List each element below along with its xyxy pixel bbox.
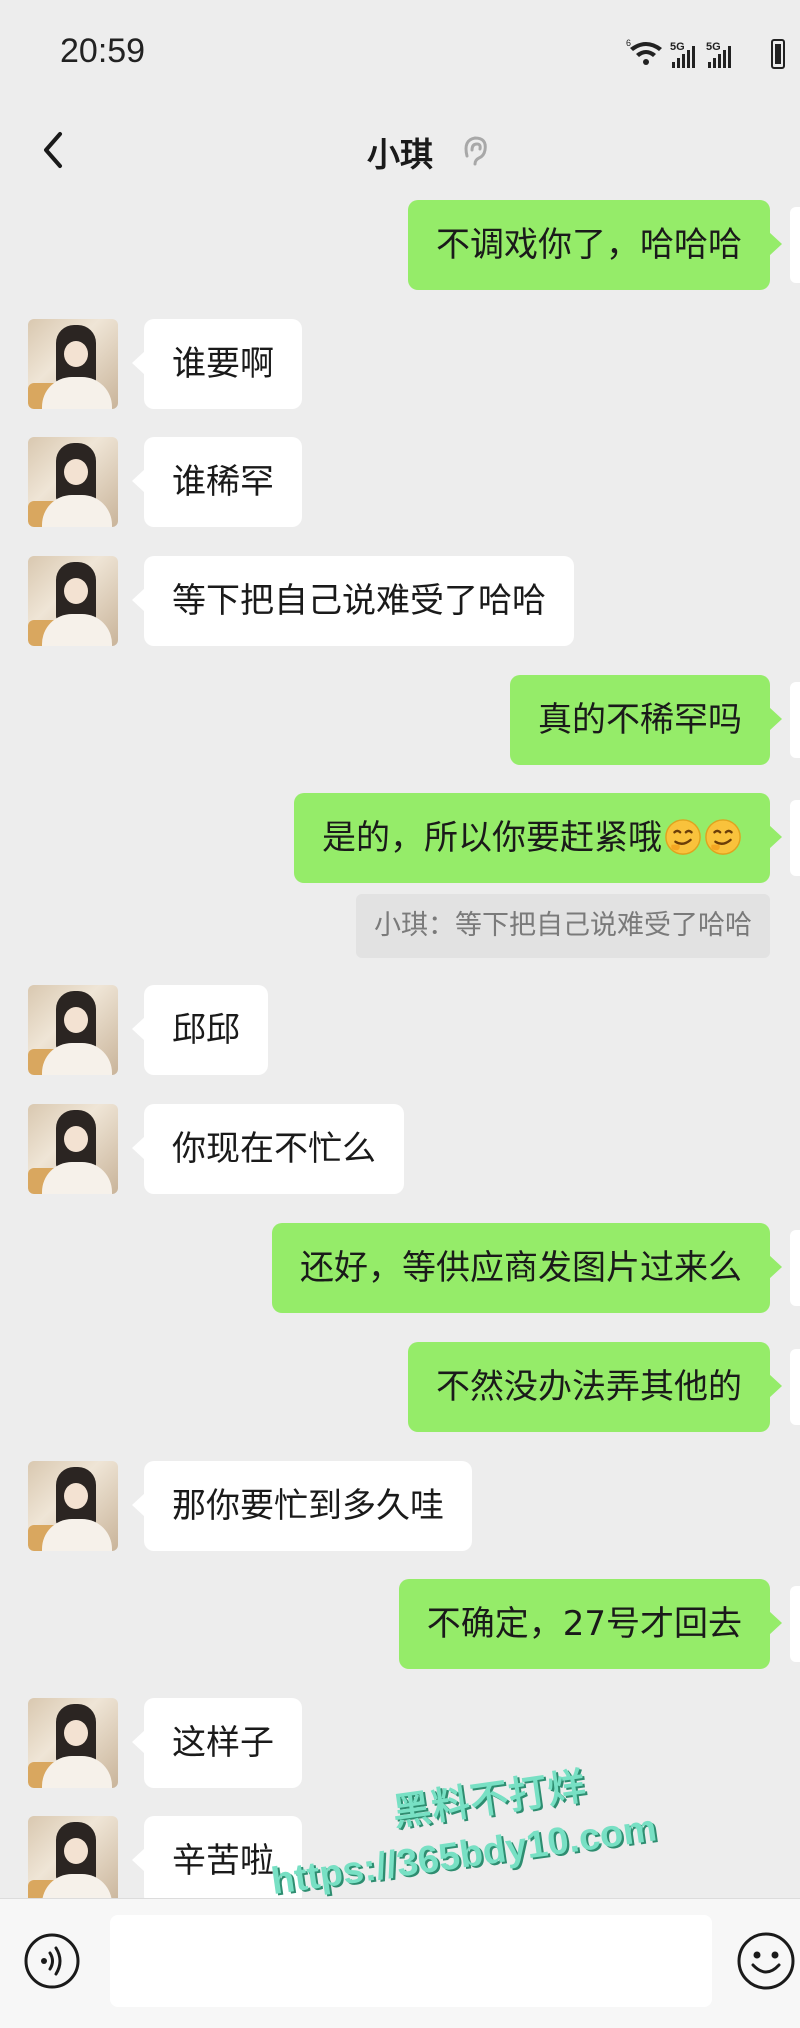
outgoing-message-bubble[interactable]: 不调戏你了，哈哈哈 [408, 200, 782, 290]
input-bar [0, 1898, 800, 2028]
watermark-title: 黑料不打烊 [389, 1763, 590, 1835]
quoted-message[interactable]: 小琪：等下把自己说难受了哈哈 [356, 894, 770, 958]
signal-wifi-icons: 6 5G 5G [626, 38, 785, 69]
svg-text:5G: 5G [706, 41, 721, 53]
message-input[interactable] [110, 1915, 712, 2007]
outgoing-message-bubble[interactable]: 真的不稀罕吗 [510, 675, 782, 765]
message-text: 是的，所以你要赶紧哦 [322, 818, 662, 858]
earpiece-mode-icon [464, 136, 487, 166]
svg-text:6: 6 [626, 38, 631, 48]
outgoing-message-bubble[interactable]: 不然没办法弄其他的 [408, 1342, 782, 1432]
contact-avatar[interactable] [28, 1461, 118, 1551]
contact-avatar[interactable] [28, 319, 118, 409]
contact-avatar[interactable] [28, 556, 118, 646]
incoming-message-bubble[interactable]: 谁稀罕 [132, 437, 302, 527]
smirk-face-emoji-icon [705, 818, 741, 855]
contact-avatar[interactable] [28, 985, 118, 1075]
outgoing-message-bubble[interactable]: 是的，所以你要赶紧哦 [294, 793, 782, 883]
chat-title: 小琪 [367, 135, 433, 174]
contact-avatar[interactable] [28, 1816, 118, 1906]
contact-avatar[interactable] [28, 1698, 118, 1788]
avatar-edge [790, 682, 800, 758]
avatar-edge [790, 1586, 800, 1662]
nav-bar: 小琪 [0, 110, 800, 200]
outgoing-message-bubble[interactable]: 还好，等供应商发图片过来么 [272, 1223, 782, 1313]
outgoing-message-bubble[interactable]: 不确定，27号才回去 [398, 1579, 783, 1669]
contact-avatar[interactable] [28, 437, 118, 527]
watermark-url: https://365bdy10.com [268, 1807, 660, 1903]
contact-avatar[interactable] [28, 1104, 118, 1194]
avatar-edge [790, 1349, 800, 1425]
incoming-message-bubble[interactable]: 等下把自己说难受了哈哈 [132, 556, 574, 646]
smirk-face-emoji-icon [665, 818, 701, 855]
incoming-message-bubble[interactable]: 这样子 [132, 1698, 302, 1788]
emoji-picker-icon[interactable] [734, 1929, 798, 1993]
voice-input-icon[interactable] [22, 1931, 82, 1991]
status-bar: 20:59 6 5G 5G [0, 0, 800, 110]
incoming-message-bubble[interactable]: 你现在不忙么 [132, 1104, 404, 1194]
incoming-message-bubble[interactable]: 那你要忙到多久哇 [132, 1461, 472, 1551]
svg-text:5G: 5G [670, 41, 685, 53]
incoming-message-bubble[interactable]: 辛苦啦 [132, 1816, 302, 1906]
avatar-edge [790, 207, 800, 283]
incoming-message-bubble[interactable]: 谁要啊 [132, 319, 302, 409]
incoming-message-bubble[interactable]: 邱邱 [132, 985, 268, 1075]
avatar-edge [790, 1230, 800, 1306]
avatar-edge [790, 800, 800, 876]
status-time: 20:59 [60, 32, 146, 70]
